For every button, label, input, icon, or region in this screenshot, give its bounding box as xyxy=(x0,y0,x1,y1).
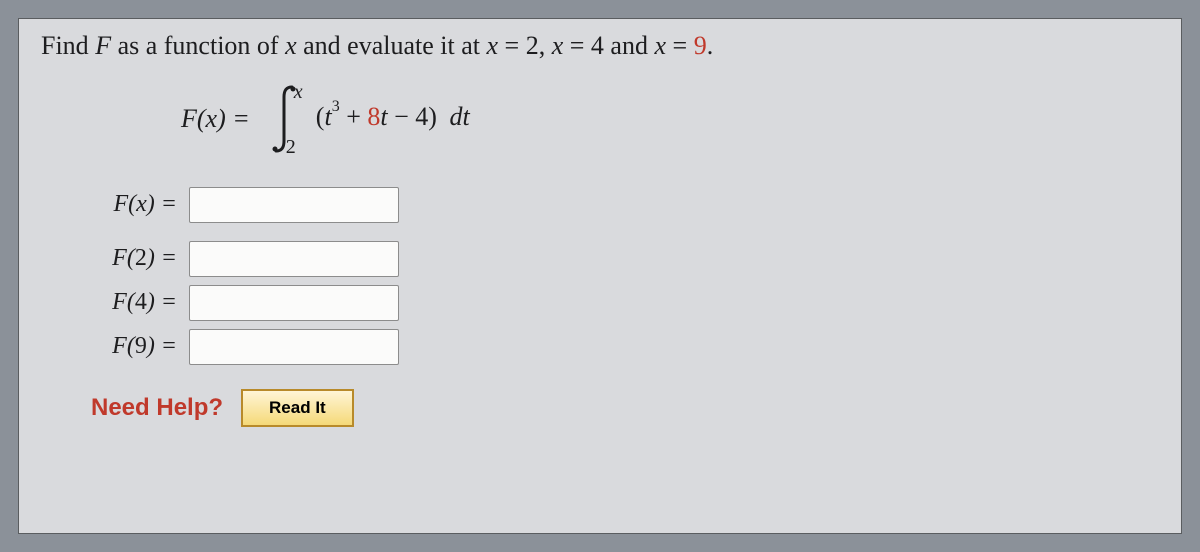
op-plus: + xyxy=(340,102,368,131)
equation-lhs: F(x) = xyxy=(181,104,250,134)
integrand: (t3 + 8t − 4) dt xyxy=(316,102,470,132)
const-4: 4 xyxy=(415,102,428,131)
row-f9: F(9) = xyxy=(91,329,1159,365)
op-minus: − xyxy=(388,102,416,131)
read-it-button[interactable]: Read It xyxy=(241,389,354,427)
label-f9: F(9) = xyxy=(91,333,177,360)
q-seg: Find xyxy=(41,31,95,60)
label-f4: F(4) = xyxy=(91,289,177,316)
q-seg: = 4 and xyxy=(563,31,654,60)
label-num: 9 xyxy=(135,333,147,359)
question-text: Find F as a function of x and evaluate i… xyxy=(41,29,1159,63)
answer-inputs: F(x) = F(2) = F(4) = F(9) = xyxy=(91,187,1159,365)
row-f2: F(2) = xyxy=(91,241,1159,277)
input-fx[interactable] xyxy=(189,187,399,223)
label-seg: ) = xyxy=(147,333,177,359)
lower-bound: 2 xyxy=(286,136,296,159)
q-value-9: 9 xyxy=(694,31,707,60)
integral: x 2 (t3 + 8t − 4) dt xyxy=(264,83,470,155)
q-seg: . xyxy=(707,31,714,60)
q-var-x: x xyxy=(285,31,297,60)
coef-8: 8 xyxy=(367,102,380,131)
exponent: 3 xyxy=(332,98,340,115)
input-f4[interactable] xyxy=(189,285,399,321)
label-seg: F( xyxy=(112,289,135,315)
help-row: Need Help? Read It xyxy=(91,389,1159,427)
q-var-x: x xyxy=(654,31,666,60)
label-f2: F(2) = xyxy=(91,245,177,272)
label-num: 4 xyxy=(135,289,147,315)
paren: ) xyxy=(428,102,437,131)
q-var-F: F xyxy=(95,31,111,60)
q-seg: and evaluate it at xyxy=(297,31,487,60)
q-var-x: x xyxy=(487,31,499,60)
label-fx: F(x) = xyxy=(91,191,177,218)
differential: dt xyxy=(443,102,470,131)
q-var-x: x xyxy=(552,31,564,60)
label-seg: F( xyxy=(112,333,135,359)
label-num: 2 xyxy=(135,245,147,271)
row-fx: F(x) = xyxy=(91,187,1159,223)
input-f9[interactable] xyxy=(189,329,399,365)
upper-bound: x xyxy=(294,81,303,104)
label-seg: F( xyxy=(112,245,135,271)
row-f4: F(4) = xyxy=(91,285,1159,321)
q-seg: = 2, xyxy=(498,31,552,60)
need-help-label: Need Help? xyxy=(91,394,223,422)
question-container: Find F as a function of x and evaluate i… xyxy=(18,18,1182,534)
q-seg: = xyxy=(666,31,694,60)
q-seg: as a function of xyxy=(111,31,285,60)
integral-sign: x 2 xyxy=(264,83,302,155)
var-t: t xyxy=(380,102,387,131)
label-seg: ) = xyxy=(147,289,177,315)
var-t: t xyxy=(324,102,331,131)
input-f2[interactable] xyxy=(189,241,399,277)
label-seg: ) = xyxy=(147,245,177,271)
integral-equation: F(x) = x 2 (t3 + 8t − 4) dt xyxy=(181,83,1159,155)
